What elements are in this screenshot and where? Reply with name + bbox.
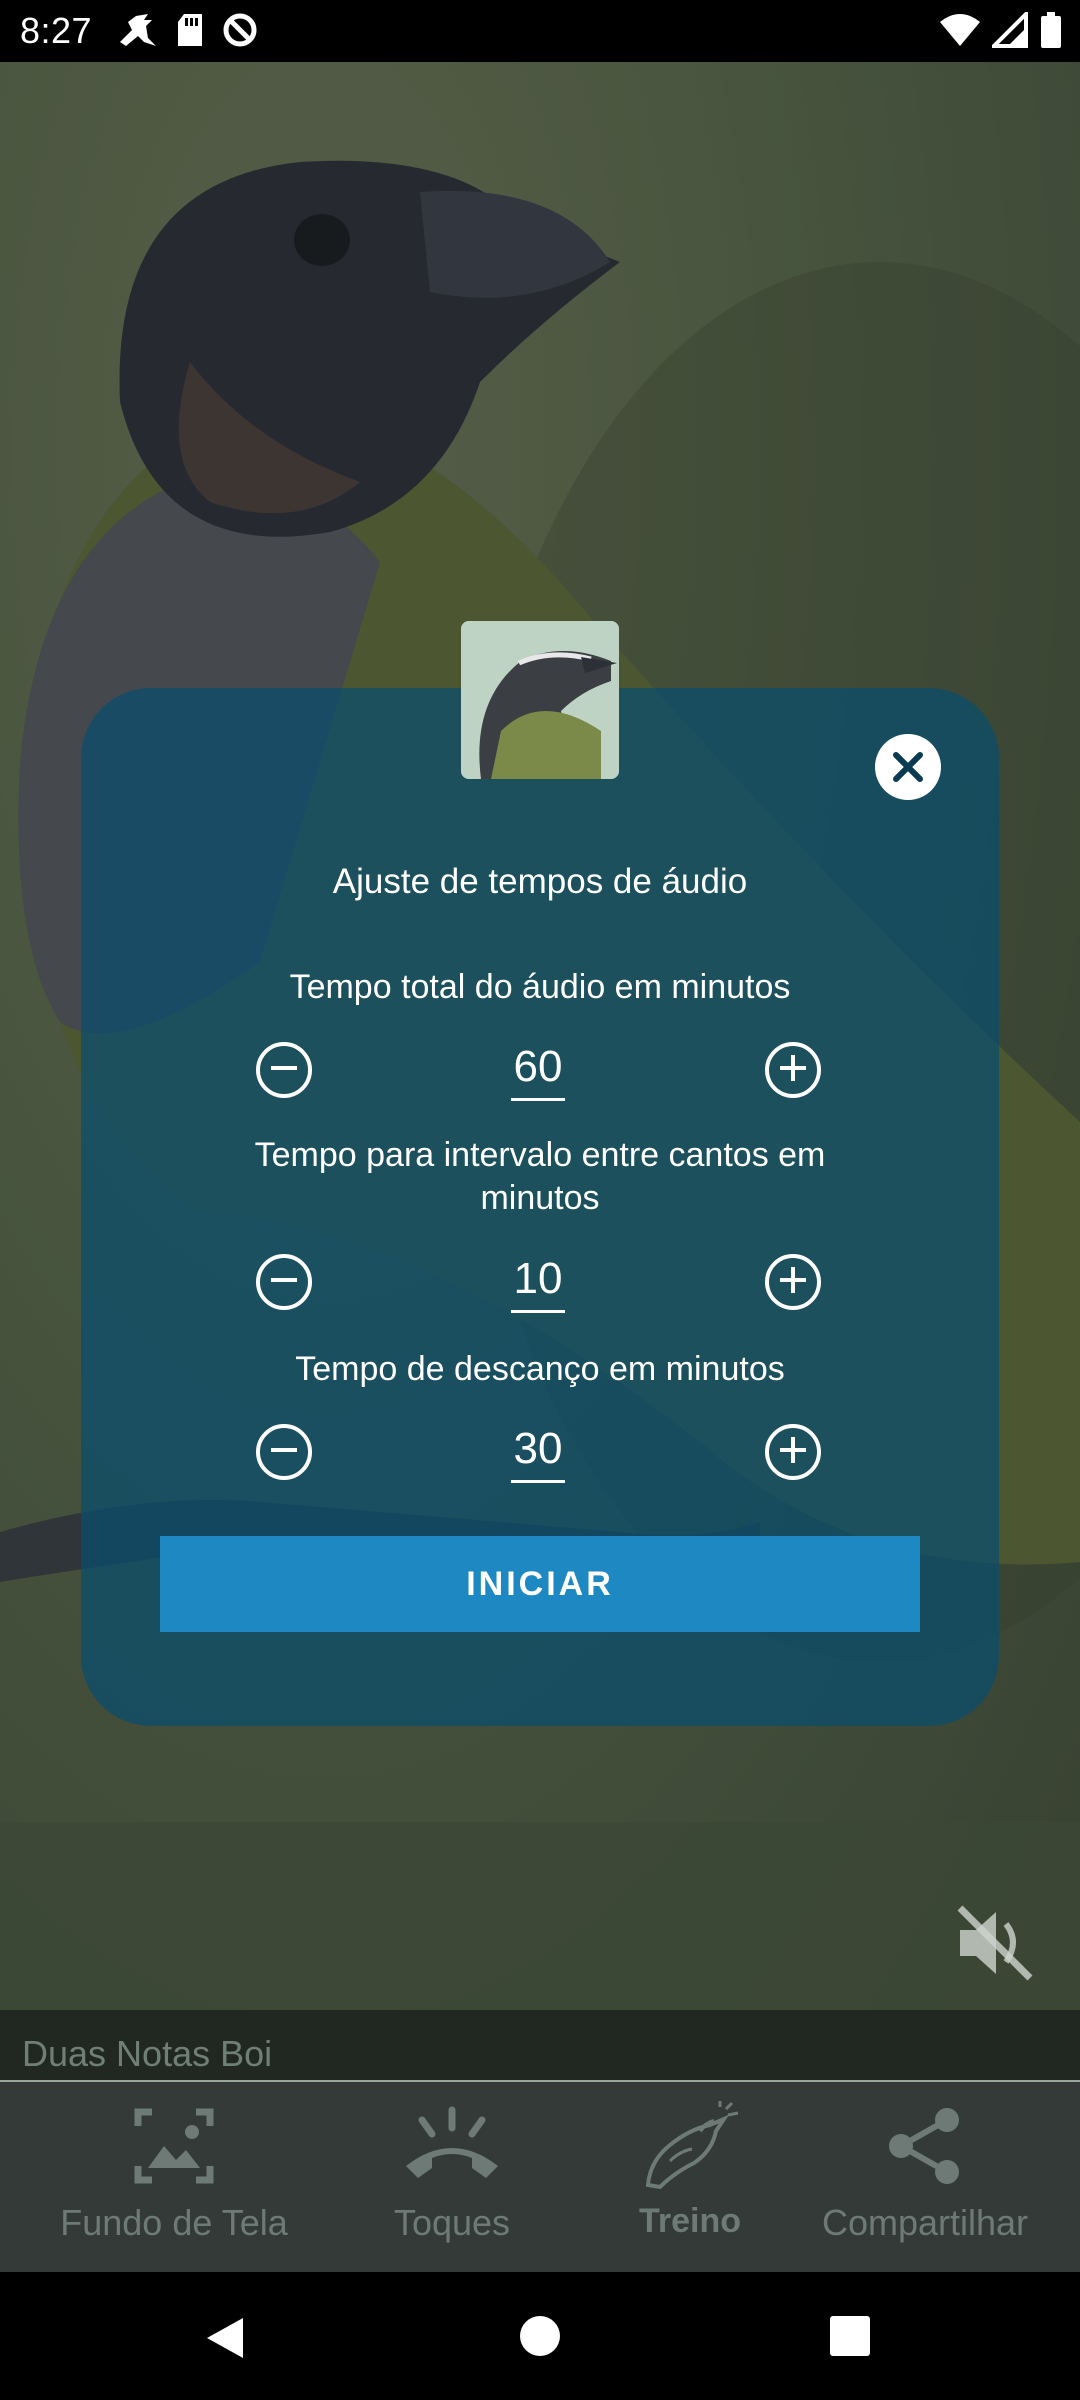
close-button[interactable] [875, 734, 941, 800]
sd-card-icon [178, 14, 202, 46]
recents-icon[interactable] [830, 2316, 870, 2356]
nav-item-treino[interactable]: Treino [555, 2096, 825, 2241]
rest-time-value[interactable]: 30 [511, 1424, 565, 1483]
wifi-icon [940, 14, 980, 46]
interval-time-increment-button[interactable] [765, 1254, 821, 1310]
close-icon [893, 752, 923, 782]
no-sync-icon [223, 13, 257, 47]
ringtone-icon [406, 2106, 498, 2178]
nav-item-compartilhar[interactable]: Compartilhar [790, 2096, 1060, 2244]
status-time: 8:27 [20, 10, 93, 51]
nav-item-toques[interactable]: Toques [317, 2096, 587, 2244]
nav-item-fundo-de-tela[interactable]: Fundo de Tela [39, 2096, 309, 2244]
total-time-value[interactable]: 60 [511, 1042, 565, 1101]
total-time-increment-button[interactable] [765, 1042, 821, 1098]
nav-label-compartilhar: Compartilhar [821, 2202, 1029, 2243]
bird-notification-icon [120, 14, 156, 46]
back-icon[interactable] [205, 2316, 245, 2360]
battery-icon [1041, 12, 1061, 48]
signal-icon [992, 12, 1028, 48]
total-time-decrement-button[interactable] [256, 1042, 312, 1098]
status-bar: 8:27 [0, 0, 1080, 62]
wallpaper-icon [134, 2108, 214, 2184]
rest-time-decrement-button[interactable] [256, 1424, 312, 1480]
song-title: Duas Notas Boi [22, 2033, 273, 2074]
interval-time-value[interactable]: 10 [511, 1254, 565, 1313]
interval-time-decrement-button[interactable] [256, 1254, 312, 1310]
bird-training-icon [645, 2101, 739, 2190]
start-button[interactable]: INICIAR [160, 1536, 920, 1632]
nav-label-fundo-de-tela: Fundo de Tela [60, 2202, 288, 2243]
bird-thumbnail [461, 621, 619, 779]
total-time-label: Tempo total do áudio em minutos [289, 968, 791, 1006]
volume-off-icon [957, 1905, 1033, 1981]
rest-time-increment-button[interactable] [765, 1424, 821, 1480]
interval-time-label: Tempo para intervalo entre cantos em min… [254, 1136, 826, 1217]
share-icon [889, 2108, 959, 2184]
mute-button[interactable] [956, 1904, 1034, 1982]
nav-label-toques: Toques [393, 2202, 511, 2243]
nav-label-treino: Treino [638, 2202, 742, 2240]
dialog-title: Ajuste de tempos de áudio [332, 862, 748, 901]
home-icon[interactable] [520, 2316, 560, 2356]
rest-time-label: Tempo de descanço em minutos [295, 1350, 785, 1388]
